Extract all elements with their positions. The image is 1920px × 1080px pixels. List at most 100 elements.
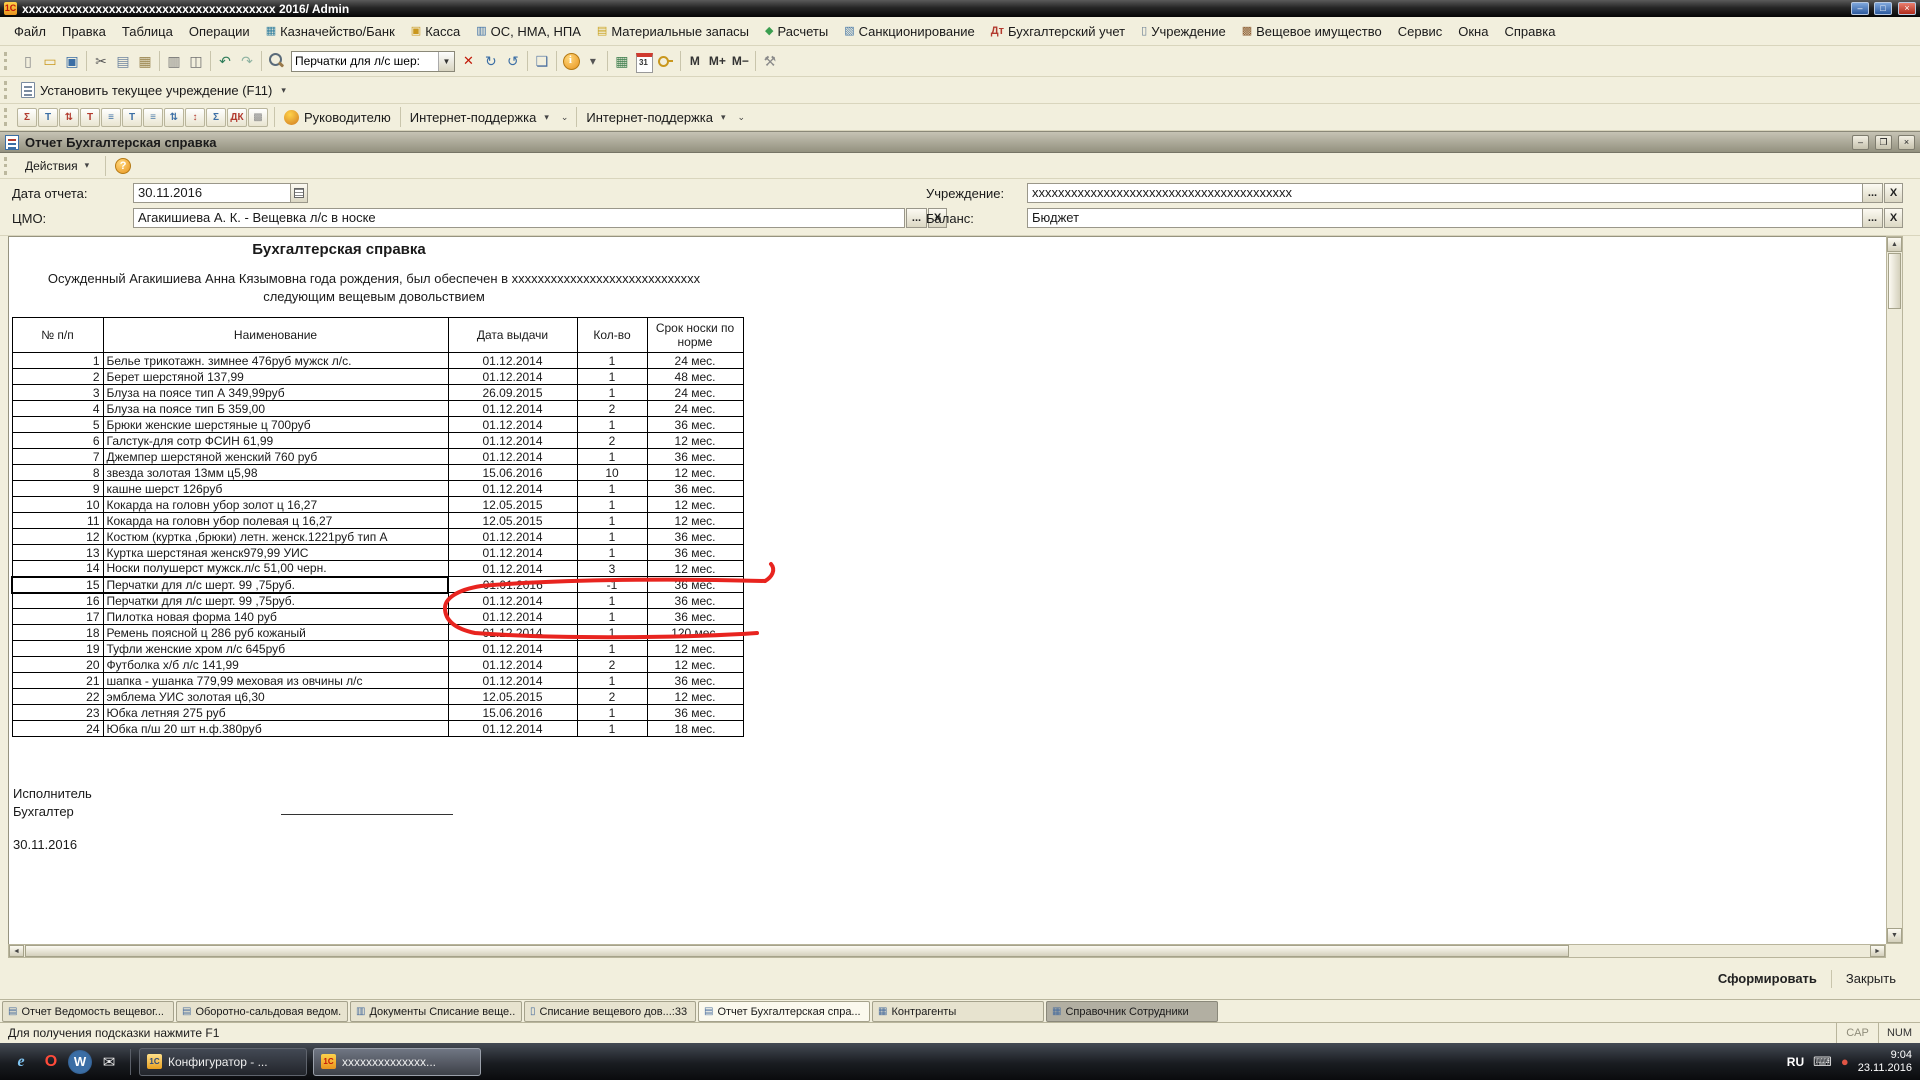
cell-quantity[interactable]: 1	[577, 545, 647, 561]
cell-wear-term[interactable]: 12 мес.	[647, 433, 743, 449]
memory-store-button[interactable]: М	[684, 50, 706, 72]
menu-item[interactable]: Файл	[6, 21, 54, 42]
cell-issue-date[interactable]: 15.06.2016	[448, 465, 577, 481]
cell-name[interactable]: звезда золотая 13мм ц5,98	[103, 465, 448, 481]
chevron-down-icon[interactable]: ▾	[278, 85, 289, 96]
menu-item[interactable]: ▩ Вещевое имущество	[1234, 21, 1390, 42]
cell-name[interactable]: Футболка х/б л/с 141,99	[103, 657, 448, 673]
dropdown-caret-icon[interactable]: ▾	[582, 50, 604, 72]
cell-issue-date[interactable]: 01.12.2014	[448, 593, 577, 609]
cell-wear-term[interactable]: 36 мес.	[647, 449, 743, 465]
cell-wear-term[interactable]: 36 мес.	[647, 577, 743, 593]
toolbar-grip[interactable]	[4, 108, 10, 126]
table-row[interactable]: 15 Перчатки для л/с шерт. 99 ,75руб. 01.…	[12, 577, 743, 593]
cell-wear-term[interactable]: 120 мес.	[647, 625, 743, 641]
cell-quantity[interactable]: 1	[577, 481, 647, 497]
cell-name[interactable]: Брюки женские шерстяные ц 700руб	[103, 417, 448, 433]
menu-item[interactable]: Справка	[1496, 21, 1563, 42]
language-indicator[interactable]: RU	[1787, 1055, 1804, 1069]
cell-issue-date[interactable]: 01.12.2014	[448, 641, 577, 657]
cell-wear-term[interactable]: 36 мес.	[647, 545, 743, 561]
service-icon[interactable]: ⚒	[759, 50, 781, 72]
minimize-button[interactable]: –	[1851, 2, 1869, 15]
scroll-up-icon[interactable]: ▲	[1887, 237, 1902, 252]
report-doc-list-icon[interactable]: ≡	[143, 108, 163, 127]
table-row[interactable]: 19 Туфли женские хром л/с 645руб 01.12.2…	[12, 641, 743, 657]
cell-issue-date[interactable]: 01.12.2014	[448, 481, 577, 497]
cell-name[interactable]: Белье трикотажн. зимнее 476руб мужск л/с…	[103, 353, 448, 369]
cell-issue-date[interactable]: 12.05.2015	[448, 497, 577, 513]
keyboard-icon[interactable]: ⌨	[1813, 1054, 1832, 1070]
table-row[interactable]: 20 Футболка х/б л/с 141,99 01.12.2014 2 …	[12, 657, 743, 673]
vertical-scrollbar[interactable]: ▲ ▼	[1886, 236, 1903, 944]
set-institution-button[interactable]: Установить текущее учреждение (F11)	[17, 82, 276, 98]
cell-issue-date[interactable]: 01.12.2014	[448, 449, 577, 465]
cell-quantity[interactable]: 2	[577, 657, 647, 673]
table-row[interactable]: 7 Джемпер шерстяной женский 760 руб 01.1…	[12, 449, 743, 465]
cell-quantity[interactable]: 1	[577, 625, 647, 641]
cell-issue-date[interactable]: 26.09.2015	[448, 385, 577, 401]
cell-number[interactable]: 9	[12, 481, 103, 497]
table-row[interactable]: 24 Юбка п/ш 20 шт н.ф.380руб 01.12.2014 …	[12, 721, 743, 737]
cell-wear-term[interactable]: 12 мес.	[647, 561, 743, 577]
menu-item[interactable]: ▥ ОС, НМА, НПА	[468, 21, 589, 42]
cell-quantity[interactable]: 3	[577, 561, 647, 577]
cell-quantity[interactable]: 1	[577, 385, 647, 401]
table-row[interactable]: 13 Куртка шерстяная женск979,99 УИС 01.1…	[12, 545, 743, 561]
cell-number[interactable]: 19	[12, 641, 103, 657]
report-restore-button[interactable]: ❐	[1875, 135, 1892, 150]
table-row[interactable]: 22 эмблема УИС золотая ц6,30 12.05.2015 …	[12, 689, 743, 705]
cell-name[interactable]: Кокарда на головн убор полевая ц 16,27	[103, 513, 448, 529]
toolbar-grip[interactable]	[4, 81, 10, 99]
cell-quantity[interactable]: 1	[577, 513, 647, 529]
opera-icon[interactable]: O	[38, 1049, 64, 1075]
menu-item[interactable]: ▦ Казначейство/Банк	[258, 21, 403, 42]
menu-item[interactable]: ▤ Материальные запасы	[589, 21, 757, 42]
calculator-icon[interactable]: ▦	[611, 50, 633, 72]
cell-name[interactable]: Джемпер шерстяной женский 760 руб	[103, 449, 448, 465]
toolbar-separator[interactable]	[159, 51, 160, 71]
cell-number[interactable]: 18	[12, 625, 103, 641]
table-row[interactable]: 17 Пилотка новая форма 140 руб 01.12.201…	[12, 609, 743, 625]
cell-wear-term[interactable]: 36 мес.	[647, 593, 743, 609]
report-turnovers-icon[interactable]: ⇅	[59, 108, 79, 127]
table-row[interactable]: 23 Юбка летняя 275 руб 15.06.2016 1 36 м…	[12, 705, 743, 721]
search-dropdown-button[interactable]: ▼	[438, 52, 454, 71]
cell-name[interactable]: Галстук-для сотр ФСИН 61,99	[103, 433, 448, 449]
report-minimize-button[interactable]: –	[1852, 135, 1869, 150]
search-icon[interactable]	[265, 50, 287, 72]
cell-issue-date[interactable]: 01.12.2014	[448, 529, 577, 545]
cell-issue-date[interactable]: 01.12.2014	[448, 545, 577, 561]
redo-icon[interactable]: ↷	[236, 50, 258, 72]
cmo-field[interactable]: Агакишиева А. К. - Вещевка л/с в носке	[133, 208, 905, 228]
window-tab[interactable]: ▤ Оборотно-сальдовая ведом...	[176, 1001, 348, 1022]
cell-wear-term[interactable]: 36 мес.	[647, 481, 743, 497]
cell-quantity[interactable]: 1	[577, 449, 647, 465]
cell-issue-date[interactable]: 01.12.2014	[448, 625, 577, 641]
report-checker-icon[interactable]: ▩	[248, 108, 268, 127]
cell-name[interactable]: Носки полушерст мужск.л/с 51,00 черн.	[103, 561, 448, 577]
toolbar-separator[interactable]	[527, 51, 528, 71]
cell-quantity[interactable]: 1	[577, 497, 647, 513]
media-player-icon[interactable]: W	[68, 1050, 92, 1074]
cell-number[interactable]: 10	[12, 497, 103, 513]
cell-quantity[interactable]: 1	[577, 353, 647, 369]
calendar-icon[interactable]	[633, 50, 655, 72]
window-tab[interactable]: ▤ Отчет Ведомость вещевог...	[2, 1001, 174, 1022]
find-previous-icon[interactable]: ↺	[502, 50, 524, 72]
cell-number[interactable]: 13	[12, 545, 103, 561]
cut-icon[interactable]: ✂	[90, 50, 112, 72]
table-row[interactable]: 11 Кокарда на головн убор полевая ц 16,2…	[12, 513, 743, 529]
cell-wear-term[interactable]: 18 мес.	[647, 721, 743, 737]
table-row[interactable]: 9 кашне шерст 126руб 01.12.2014 1 36 мес…	[12, 481, 743, 497]
cell-number[interactable]: 11	[12, 513, 103, 529]
menu-item[interactable]: Сервис	[1390, 21, 1451, 42]
cell-wear-term[interactable]: 36 мес.	[647, 417, 743, 433]
cell-name[interactable]: Костюм (куртка ,брюки) летн. женск.1221р…	[103, 529, 448, 545]
cell-quantity[interactable]: 1	[577, 369, 647, 385]
cell-number[interactable]: 23	[12, 705, 103, 721]
table-row[interactable]: 3 Блуза на поясе тип А 349,99руб 26.09.2…	[12, 385, 743, 401]
report-summary-icon[interactable]: Σ	[17, 108, 37, 127]
window-tab[interactable]: ▦ Справочник Сотрудники	[1046, 1001, 1218, 1022]
cell-wear-term[interactable]: 24 мес.	[647, 385, 743, 401]
